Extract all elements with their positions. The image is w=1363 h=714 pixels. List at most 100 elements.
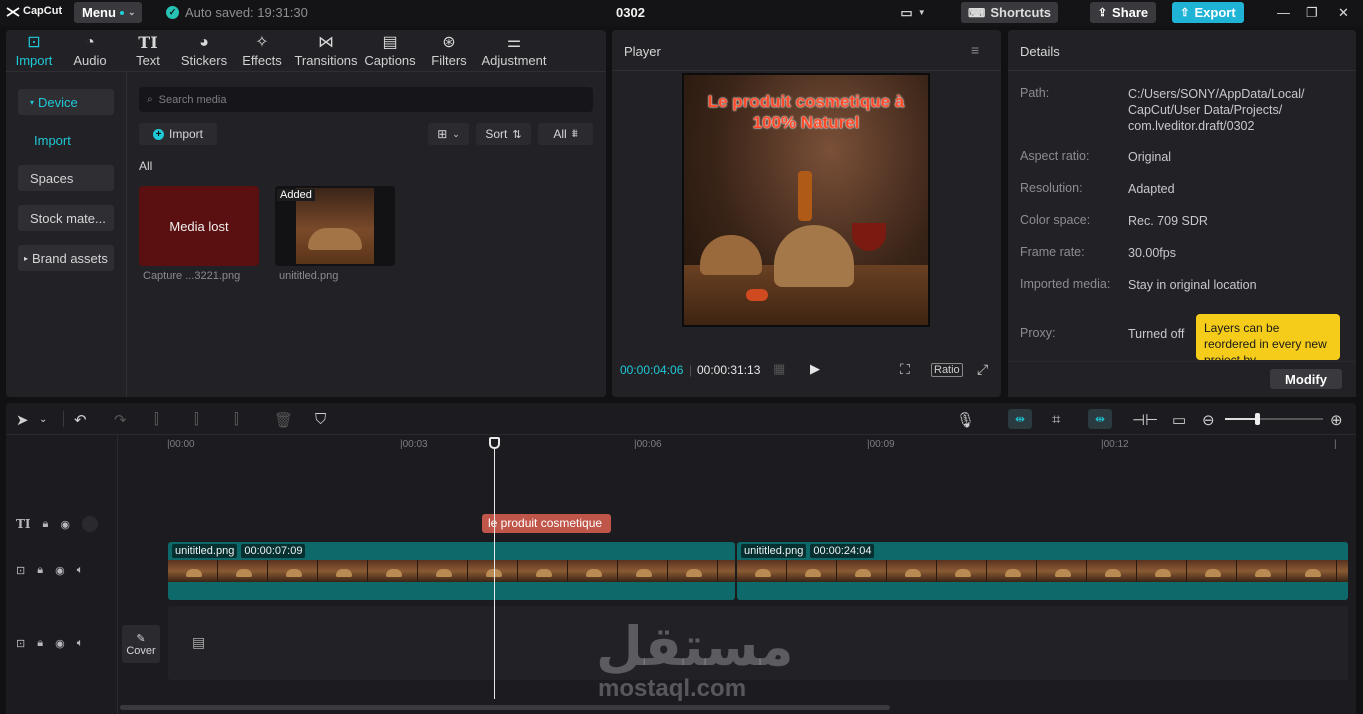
horizontal-scrollbar[interactable] <box>120 705 890 710</box>
media-caption: unititled.png <box>279 270 339 282</box>
split-view-icon[interactable]: ⊣⊢ <box>1132 411 1158 429</box>
maximize-icon[interactable]: ❐ <box>1306 5 1318 21</box>
sidebar-item-label: Spaces <box>30 170 74 186</box>
eye-icon[interactable]: ◉ <box>55 637 65 650</box>
ratio-button[interactable]: Ratio <box>931 363 963 377</box>
transitions-icon: ⋈ <box>318 34 334 51</box>
cover-button[interactable]: ✎ Cover <box>122 625 160 663</box>
layout-button[interactable]: ▭ ▼ <box>896 2 930 23</box>
delete-icon[interactable]: 🗑 <box>274 411 293 429</box>
project-title: 0302 <box>616 5 645 20</box>
tab-stickers[interactable]: ◕ Stickers <box>180 33 228 68</box>
tab-adjustment[interactable]: ⚌ Adjustment <box>480 33 548 68</box>
chevron-down-icon[interactable]: ⌄ <box>39 414 47 425</box>
export-button[interactable]: ⇧ Export <box>1172 2 1244 23</box>
split-icon[interactable]: ⫿ <box>154 411 159 428</box>
audio-icon: ◔ <box>85 34 95 51</box>
cover-label: Cover <box>126 644 156 657</box>
modify-button[interactable]: Modify <box>1270 369 1342 389</box>
tab-label: Adjustment <box>481 53 547 68</box>
view-toggle-button[interactable]: ⊞ ⌄ <box>428 123 469 145</box>
media-panel: ⊡ Import ◔ Audio TI Text ◕ Stickers ✧ Effects… <box>6 30 606 397</box>
video-clip[interactable]: unititled.png 00:00:24:04 <box>737 542 1348 600</box>
shortcuts-button[interactable]: ⌨ Shortcuts <box>961 2 1058 23</box>
search-input[interactable]: ⌕ Search media <box>139 87 593 112</box>
keyboard-icon: ⌨ <box>968 5 986 20</box>
timeline-view-icon[interactable]: ▦ <box>773 361 785 377</box>
video-clip[interactable]: unititled.png 00:00:07:09 <box>168 542 735 600</box>
lock-icon[interactable]: 🔒︎ <box>37 564 43 577</box>
sidebar-item-brand-assets[interactable]: ▸ Brand assets <box>18 245 114 271</box>
audio-icon[interactable]: 🔈︎ <box>77 564 84 577</box>
select-tool-icon[interactable]: ➤ <box>16 411 29 429</box>
fit-screen-icon[interactable]: ⛶ <box>900 361 910 378</box>
tab-text[interactable]: TI Text <box>134 33 162 68</box>
zoom-in-icon[interactable]: ⊕ <box>1330 411 1343 429</box>
magnet-icon[interactable]: ⇹ <box>1008 409 1032 429</box>
audio-icon[interactable]: 🔈︎ <box>77 637 84 650</box>
autosave-status: ✓ Auto saved: 19:31:30 <box>166 5 308 20</box>
clip-duration: 00:00:07:09 <box>241 544 306 558</box>
filter-button[interactable]: All ⩩ <box>538 123 593 145</box>
eye-icon[interactable]: ◉ <box>55 564 65 577</box>
detail-value: Turned off <box>1128 327 1185 341</box>
playhead[interactable] <box>489 437 500 699</box>
grid-icon: ⊞ <box>437 127 448 141</box>
media-item-added[interactable]: Added <box>275 186 395 266</box>
check-icon: ✓ <box>166 6 179 19</box>
sort-icon: ⇅ <box>512 128 522 141</box>
search-placeholder: Search media <box>158 93 227 106</box>
time-separator: | <box>689 363 693 377</box>
fullscreen-icon[interactable]: ⤢ <box>977 361 988 378</box>
shield-icon[interactable]: ⛉ <box>315 411 326 428</box>
eye-icon[interactable]: ◉ <box>60 518 70 531</box>
track-toggle[interactable] <box>82 516 99 532</box>
watermark-arabic: مستقل <box>596 615 794 678</box>
media-lost-label: Media lost <box>169 218 229 234</box>
play-icon[interactable]: ▶ <box>810 361 820 377</box>
microphone-icon[interactable]: 🎙 <box>956 411 975 429</box>
zoom-slider-thumb[interactable] <box>1255 413 1260 425</box>
tab-label: Import <box>15 53 53 68</box>
sidebar-item-stock[interactable]: Stock mate... <box>18 205 114 231</box>
media-item-lost[interactable]: Media lost <box>139 186 259 266</box>
tab-import[interactable]: ⊡ Import <box>14 33 54 68</box>
detail-frame-rate: Frame rate: 30.00fps <box>1020 245 1176 261</box>
share-button[interactable]: ⇪ Share <box>1090 2 1156 23</box>
minimize-icon[interactable]: — <box>1277 5 1290 20</box>
divider <box>1008 70 1356 71</box>
ruler-tick: |00:09 <box>867 439 895 450</box>
preview-canvas[interactable]: Le produit cosmetique à 100% Naturel <box>682 73 930 327</box>
sidebar-item-device[interactable]: ▾ Device <box>18 89 114 115</box>
detail-value: C:/Users/SONY/AppData/Local/ CapCut/User… <box>1128 87 1305 133</box>
zoom-out-icon[interactable]: ⊖ <box>1202 411 1215 429</box>
hamburger-icon[interactable]: ≡ <box>971 42 979 58</box>
tab-audio[interactable]: ◔ Audio <box>72 33 108 68</box>
redo-icon[interactable]: ↷ <box>114 411 127 429</box>
lock-icon[interactable]: 🔒︎ <box>37 637 43 650</box>
screen-icon[interactable]: ▭ <box>1172 411 1186 429</box>
divider <box>612 70 1001 71</box>
split-right-icon[interactable]: ⫿ <box>234 411 239 428</box>
detail-key: Path: <box>1020 86 1050 100</box>
import-button[interactable]: + Import <box>139 123 217 145</box>
split-left-icon[interactable]: ⫿ <box>194 411 199 428</box>
playhead-handle[interactable] <box>489 437 500 449</box>
zoom-slider[interactable] <box>1225 413 1323 425</box>
filter-icon: ⩩ <box>571 127 578 140</box>
tab-captions[interactable]: ▤ Captions <box>364 33 416 68</box>
tab-effects[interactable]: ✧ Effects <box>240 33 284 68</box>
preview-axis-icon[interactable]: ⇹ <box>1088 409 1112 429</box>
tab-transitions[interactable]: ⋈ Transitions <box>294 33 358 68</box>
sidebar-item-spaces[interactable]: Spaces <box>18 165 114 191</box>
undo-icon[interactable]: ↶ <box>74 411 87 429</box>
sidebar-item-import[interactable]: Import <box>18 127 114 153</box>
lock-icon[interactable]: 🔒︎ <box>43 518 49 531</box>
menu-button[interactable]: Menu ⌄ <box>74 2 142 23</box>
link-icon[interactable]: ⌗ <box>1052 411 1060 428</box>
text-clip[interactable]: le produit cosmetique <box>482 514 611 533</box>
tab-filters[interactable]: ⊛ Filters <box>430 33 468 68</box>
close-icon[interactable]: ✕ <box>1338 5 1349 21</box>
ruler-tick: |00:03 <box>400 439 428 450</box>
sort-button[interactable]: Sort ⇅ <box>476 123 531 145</box>
